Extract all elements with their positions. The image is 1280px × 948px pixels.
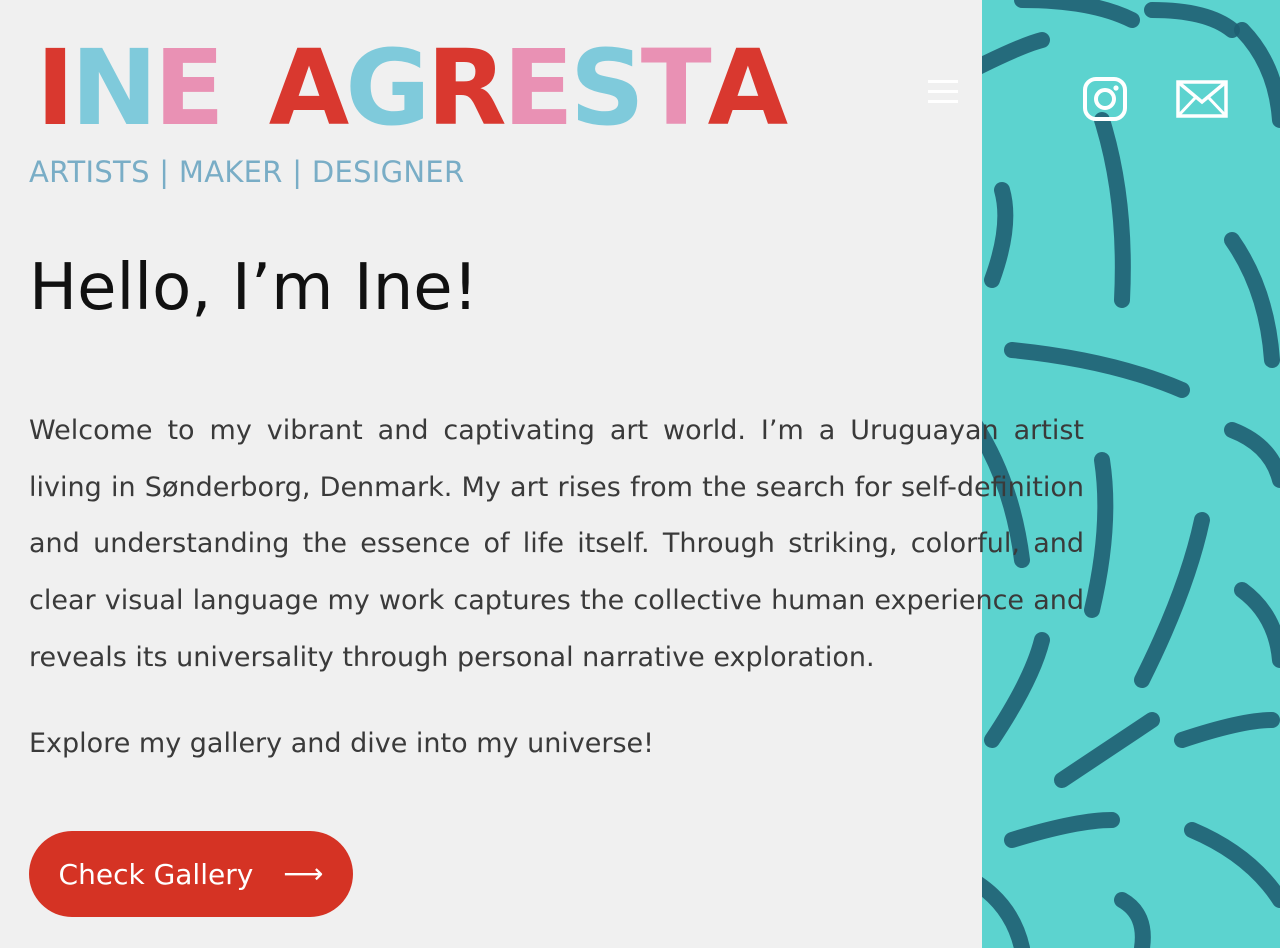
yarn-strand <box>1224 422 1280 488</box>
explore-text: Explore my gallery and dive into my univ… <box>29 728 654 759</box>
yarn-strand <box>1144 2 1240 38</box>
hero-title: Hello, I’m Ine! <box>29 251 479 325</box>
yarn-strand <box>1184 822 1280 908</box>
yarn-strand <box>984 182 1014 288</box>
logo-letter: I <box>36 27 75 149</box>
yarn-strand <box>1234 22 1280 128</box>
email-link[interactable] <box>1176 80 1228 122</box>
check-gallery-label: Check Gallery <box>58 857 254 891</box>
yarn-strand <box>1174 712 1280 748</box>
arrow-right-icon: ⟶ <box>283 857 324 890</box>
logo-letter: N <box>70 27 158 149</box>
logo-letter: G <box>345 27 430 149</box>
yarn-strand <box>1224 232 1280 368</box>
yarn-strand <box>982 876 1030 948</box>
site-logo[interactable]: INEAGRESTA <box>36 36 788 140</box>
yarn-strand <box>1004 812 1120 848</box>
instagram-link[interactable] <box>1082 76 1128 126</box>
logo-letter: S <box>569 27 645 149</box>
logo-letter: R <box>426 27 507 149</box>
menu-button[interactable] <box>928 80 960 104</box>
yarn-strand <box>1234 582 1280 668</box>
yarn-strand <box>1114 892 1151 948</box>
email-icon <box>1176 80 1228 118</box>
logo-letter: E <box>502 27 574 149</box>
yarn-strand <box>1084 452 1114 618</box>
logo-letter: T <box>640 27 712 149</box>
logo-letter: A <box>707 27 788 149</box>
yarn-strand <box>1014 0 1140 28</box>
check-gallery-button[interactable]: Check Gallery ⟶ <box>29 831 353 917</box>
yarn-strand <box>1054 712 1160 788</box>
yarn-strand <box>1004 342 1190 398</box>
yarn-strand <box>1134 512 1210 688</box>
logo-letter: A <box>268 27 349 149</box>
logo-letter: E <box>153 27 225 149</box>
yarn-strand <box>982 32 1050 74</box>
tagline: ARTISTS | MAKER | DESIGNER <box>29 155 465 189</box>
instagram-icon <box>1083 77 1127 121</box>
yarn-strand <box>1094 112 1131 308</box>
intro-paragraph: Welcome to my vibrant and captivating ar… <box>29 415 1084 673</box>
